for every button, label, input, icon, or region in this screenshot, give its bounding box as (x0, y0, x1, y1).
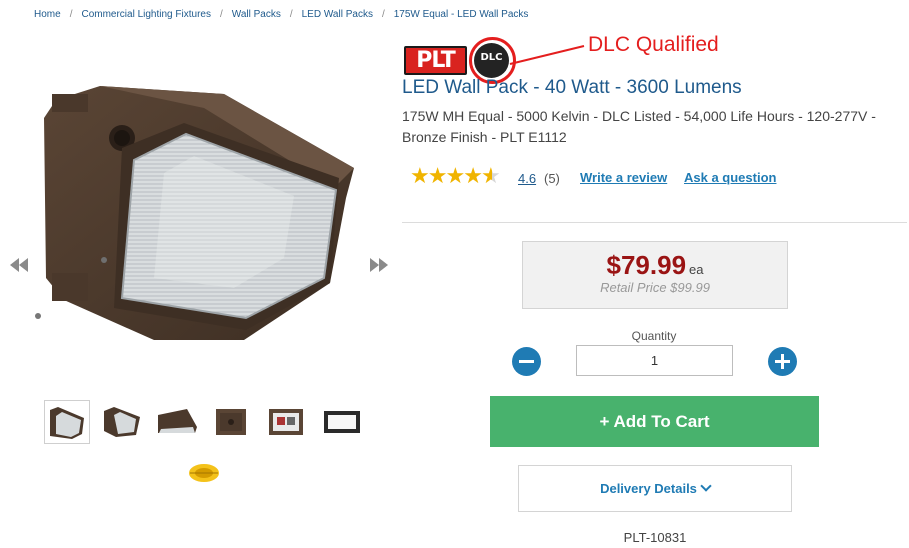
product-sku: PLT-10831 (623, 530, 687, 545)
price-box: $79.99 ea Retail Price $99.99 (522, 241, 788, 309)
breadcrumb-commercial-lighting[interactable]: Commercial Lighting Fixtures (81, 9, 211, 20)
star-rating-icon: ★★★★★ (410, 163, 501, 188)
chevron-down-icon (700, 480, 712, 492)
delivery-details-button[interactable]: Delivery Details (518, 465, 792, 512)
thumbnail-open[interactable] (264, 400, 310, 444)
breadcrumb-separator: / (289, 9, 293, 20)
thumbnail-side[interactable] (154, 400, 200, 444)
delivery-details-label: Delivery Details (600, 481, 697, 496)
add-to-cart-button[interactable]: + Add To Cart (490, 396, 819, 447)
sale-price: $79.99 (606, 250, 687, 280)
thumbnail-lit[interactable] (319, 400, 365, 444)
plt-logo: PLT (404, 46, 467, 75)
breadcrumb-separator: / (69, 9, 73, 20)
price-unit: ea (689, 262, 704, 277)
breadcrumb-led-wall-packs[interactable]: LED Wall Packs (302, 9, 373, 20)
breadcrumb-wall-packs[interactable]: Wall Packs (232, 9, 281, 20)
quantity-label: Quantity (631, 329, 677, 343)
plus-circle-icon[interactable] (768, 347, 797, 376)
divider (402, 222, 907, 223)
thumbnail-spec-sheet[interactable] (181, 452, 227, 496)
thumbnail-front[interactable] (44, 400, 90, 444)
thumbnail-angle[interactable] (99, 400, 145, 444)
minus-circle-icon[interactable] (512, 347, 541, 376)
breadcrumb-home[interactable]: Home (34, 9, 61, 20)
plt-logo-text: PLT (406, 48, 465, 73)
write-review-link[interactable]: Write a review (580, 170, 667, 185)
dlc-logo: DLC (474, 43, 509, 78)
breadcrumb: Home / Commercial Lighting Fixtures / Wall P… (34, 9, 528, 20)
annotation-pointer-line (509, 45, 585, 65)
double-left-arrow-icon[interactable] (8, 255, 30, 275)
breadcrumb-separator: / (219, 9, 223, 20)
breadcrumb-separator: / (381, 9, 385, 20)
rating-count: (5) (544, 171, 560, 186)
ask-question-link[interactable]: Ask a question (684, 170, 776, 185)
double-right-arrow-icon[interactable] (368, 255, 390, 275)
main-product-image (34, 78, 369, 348)
product-subtitle: 175W MH Equal - 5000 Kelvin - DLC Listed… (402, 108, 876, 145)
thumbnail-back[interactable] (209, 400, 255, 444)
dlc-logo-text: DLC (480, 52, 503, 63)
dlc-qualified-annotation: DLC Qualified (588, 33, 719, 56)
product-title: LED Wall Pack - 40 Watt - 3600 Lumens (402, 77, 742, 98)
breadcrumb-current[interactable]: 175W Equal - LED Wall Packs (394, 9, 529, 20)
rating-value-link[interactable]: 4.6 (518, 171, 536, 186)
quantity-input[interactable] (576, 345, 733, 376)
retail-price: Retail Price $99.99 (600, 280, 710, 295)
